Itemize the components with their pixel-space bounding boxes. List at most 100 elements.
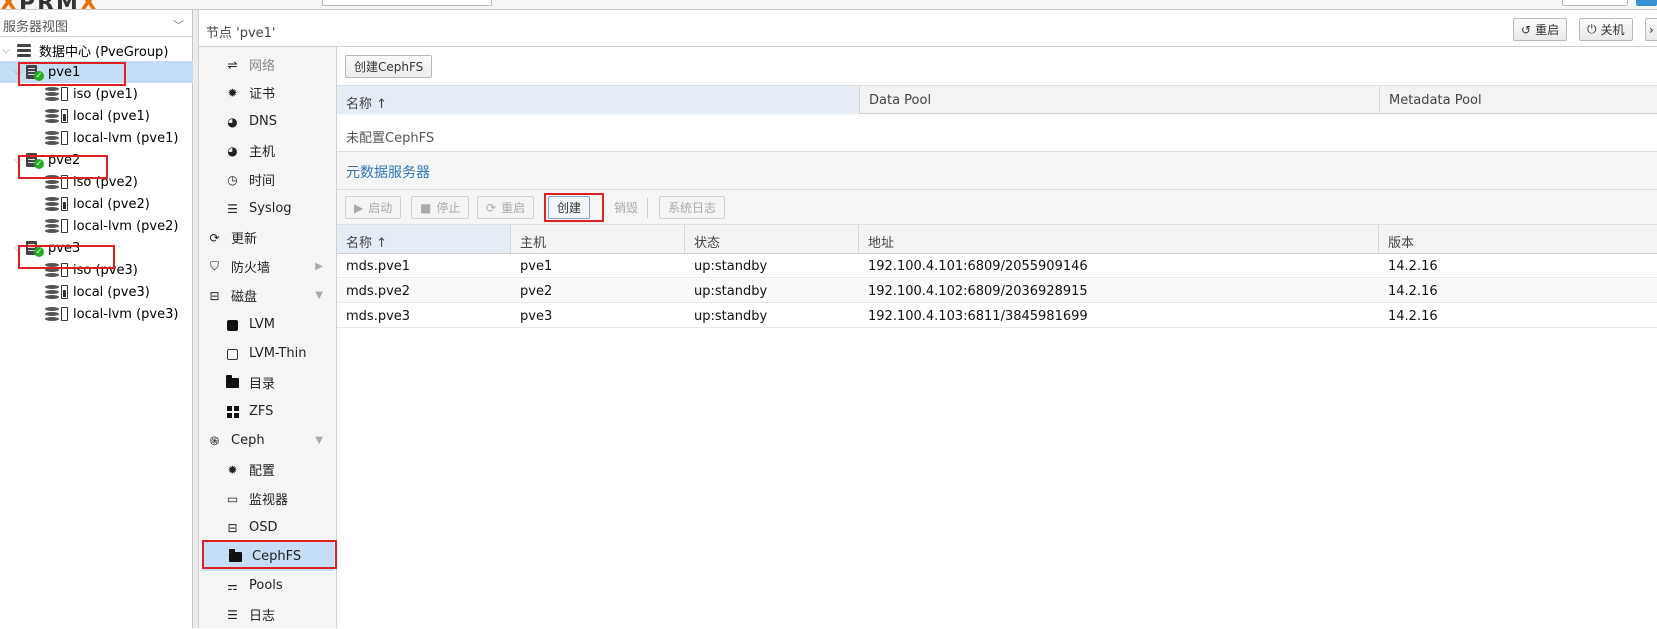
nav-item-label: Ceph [231, 433, 265, 448]
tree-storage[interactable]: local (pve1) [0, 105, 193, 127]
nav-item-ceph-monitor[interactable]: ▭ 监视器 [199, 484, 337, 513]
nav-item-label: 监视器 [249, 493, 289, 508]
view-selector[interactable]: 服务器视图 ﹀ [0, 10, 192, 37]
column-header-host[interactable]: 主机 [511, 225, 685, 253]
tree-datacenter[interactable]: ⌵ 数据中心 (PveGroup) [0, 39, 193, 61]
nav-item-updates[interactable]: ⟳ 更新 [199, 223, 337, 252]
collapse-toggle-icon[interactable]: ⌵ [0, 45, 12, 56]
page-title: 节点 'pve1' [206, 26, 276, 41]
empty-grid-text: 未配置CephFS [346, 131, 435, 146]
volume-icon [61, 87, 68, 101]
top-create-button[interactable] [1636, 0, 1657, 6]
table-row[interactable]: mds.pve2 pve2 up:standby 192.100.4.102:6… [337, 279, 1657, 303]
mds-section-title: 元数据服务器 [346, 165, 430, 181]
storage-icon [45, 108, 59, 124]
highlight-box [18, 62, 126, 86]
column-header-data-pool[interactable]: Data Pool [860, 86, 1380, 114]
shutdown-button-label: 关机 [1600, 23, 1625, 37]
nav-item-label: LVM [249, 317, 275, 332]
list-icon: ☰ [227, 201, 238, 216]
cell-status: up:standby [694, 259, 768, 274]
config-nav: ⇌ 网络 ✹ 证书 ◕ DNS ◕ 主机 ◷ 时间 ☰ Syslog ⟳ 更新 … [199, 47, 337, 628]
search-input[interactable] [322, 0, 492, 6]
chevron-down-icon[interactable]: ▼ [315, 290, 323, 301]
restart-button[interactable]: ⟳ 重启 [477, 196, 535, 219]
nav-item-ceph-config[interactable]: ✹ 配置 [199, 455, 337, 484]
nav-item-zfs[interactable]: ZFS [199, 397, 337, 426]
cell-host: pve1 [520, 259, 553, 274]
column-header-version[interactable]: 版本 [1379, 225, 1657, 253]
tree-storage[interactable]: local-lvm (pve3) [0, 303, 193, 325]
chevron-right-icon[interactable]: ▶ [315, 261, 323, 272]
more-button[interactable]: › [1645, 18, 1657, 41]
nav-item-ceph-osd[interactable]: ⊟ OSD [199, 513, 337, 542]
chevron-down-icon[interactable]: ▼ [315, 435, 323, 446]
destroy-button[interactable]: 销毁 [605, 196, 647, 219]
column-header-address[interactable]: 地址 [859, 225, 1379, 253]
highlight-box [544, 193, 604, 222]
nav-item-lvm-thin[interactable]: LVM-Thin [199, 339, 337, 368]
table-row[interactable]: mds.pve3 pve3 up:standby 192.100.4.103:6… [337, 304, 1657, 328]
tree-storage-label: local (pve1) [73, 108, 150, 124]
stop-button[interactable]: ■ 停止 [411, 196, 470, 219]
tree-storage[interactable]: local-lvm (pve1) [0, 127, 193, 149]
nav-item-certificates[interactable]: ✹ 证书 [199, 78, 337, 107]
cell-address: 192.100.4.103:6811/3845981699 [868, 309, 1088, 324]
table-row[interactable]: mds.pve1 pve1 up:standby 192.100.4.101:6… [337, 254, 1657, 278]
nav-item-firewall[interactable]: ⛉ 防火墙 ▶ [199, 252, 337, 281]
nav-item-ceph[interactable]: ֍ Ceph ▼ [199, 426, 337, 455]
nav-item-network[interactable]: ⇌ 网络 [199, 50, 337, 79]
syslog-button[interactable]: 系统日志 [659, 196, 726, 219]
datacenter-icon [15, 43, 33, 57]
volume-icon [61, 219, 68, 233]
column-header-metadata-pool[interactable]: Metadata Pool [1380, 86, 1657, 114]
top-docs-button[interactable] [1562, 0, 1628, 6]
column-header-status[interactable]: 状态 [685, 225, 859, 253]
clock-icon: ◷ [227, 172, 238, 187]
cell-name: mds.pve2 [346, 284, 411, 299]
nav-item-time[interactable]: ◷ 时间 [199, 165, 337, 194]
nav-item-dns[interactable]: ◕ DNS [199, 107, 337, 136]
cephfs-grid-header: 名称 ↑ Data Pool Metadata Pool [337, 85, 1657, 114]
stop-icon: ■ [420, 200, 432, 215]
square-outline-icon [226, 347, 239, 361]
ceph-icon: ֍ [209, 434, 220, 448]
nav-item-lvm[interactable]: LVM [199, 310, 337, 339]
cell-status: up:standby [694, 309, 768, 324]
create-cephfs-button[interactable]: 创建CephFS [345, 55, 433, 78]
nav-item-directory[interactable]: 目录 [199, 368, 337, 397]
hdd-icon: ⊟ [209, 288, 220, 303]
start-button[interactable]: ▶ 启动 [345, 196, 402, 219]
sitemap-icon: ⚎ [227, 578, 238, 593]
column-header-label: 状态 [694, 236, 721, 251]
nav-item-label: 防火墙 [231, 261, 271, 276]
column-header-label: 版本 [1388, 236, 1415, 251]
tree-storage[interactable]: local-lvm (pve2) [0, 215, 193, 237]
reboot-button[interactable]: ↺ 重启 [1513, 18, 1568, 41]
cell-host: pve2 [520, 284, 553, 299]
nav-item-ceph-pools[interactable]: ⚎ Pools [199, 571, 337, 600]
nav-item-ceph-log[interactable]: ☰ 日志 [199, 600, 337, 629]
cell-name: mds.pve1 [346, 259, 411, 274]
tree-storage[interactable]: iso (pve1) [0, 83, 193, 105]
shutdown-button[interactable]: ⏻ 关机 [1579, 18, 1633, 41]
cell-version: 14.2.16 [1388, 284, 1438, 299]
nav-item-syslog[interactable]: ☰ Syslog [199, 194, 337, 223]
column-header-name[interactable]: 名称 ↑ [337, 86, 860, 114]
tree-storage[interactable]: local (pve3) [0, 281, 193, 303]
nav-item-label: LVM-Thin [249, 346, 307, 361]
nav-item-disks[interactable]: ⊟ 磁盘 ▼ [199, 281, 337, 310]
storage-icon [45, 306, 59, 322]
reboot-button-label: 重启 [1535, 23, 1560, 37]
tree-storage[interactable]: local (pve2) [0, 193, 193, 215]
tree-storage-label: local-lvm (pve1) [73, 130, 179, 146]
globe-icon: ◕ [227, 143, 238, 158]
folder-icon [226, 375, 239, 390]
column-header-name[interactable]: 名称 ↑ [337, 225, 511, 253]
nav-item-hosts[interactable]: ◕ 主机 [199, 136, 337, 165]
chevron-right-icon: › [1649, 22, 1654, 37]
cephfs-toolbar: 创建CephFS [337, 47, 1657, 86]
nav-item-label: 主机 [249, 145, 276, 160]
cell-address: 192.100.4.101:6809/2055909146 [868, 259, 1088, 274]
panel-header: 节点 'pve1' ↺ 重启 ⏻ 关机 › [199, 10, 1657, 47]
